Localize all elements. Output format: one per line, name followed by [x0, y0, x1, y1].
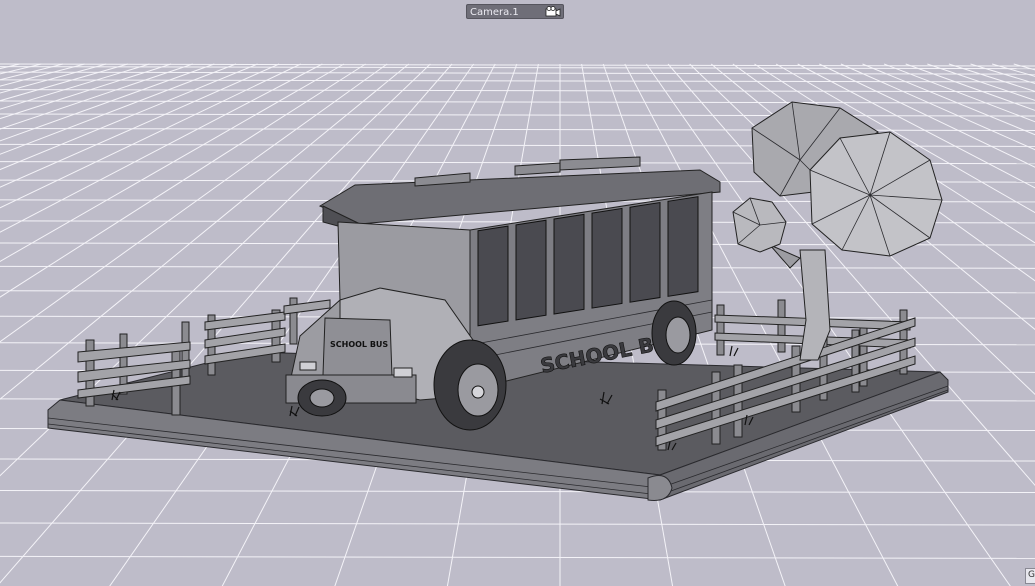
- grid-line: [0, 89, 1035, 93]
- 3d-viewport[interactable]: SCHOOL BUS SCHOOL BUS Camera.1 G: [0, 0, 1035, 586]
- grid-line: [0, 522, 1035, 526]
- grid-line: [905, 63, 1035, 111]
- grid-line: [0, 63, 237, 155]
- bus-window: [667, 196, 699, 297]
- grid-line: [0, 555, 1035, 559]
- wheel-rear: [651, 300, 697, 366]
- grid-line: [0, 63, 301, 209]
- grid-line: [970, 63, 1035, 85]
- bus-window: [591, 207, 623, 309]
- grid-line: [0, 63, 1035, 67]
- grid-line: [0, 63, 42, 75]
- wheel-front-left: [297, 379, 347, 417]
- grid-line: [991, 63, 1035, 77]
- bus-window: [515, 219, 547, 321]
- bus-window: [629, 201, 661, 303]
- grid-line: [0, 71, 1035, 75]
- grid-line: [0, 100, 1035, 104]
- grid-line: [0, 66, 1035, 70]
- grid-line: [0, 63, 20, 70]
- grid-line: [0, 63, 150, 110]
- grid-line: [0, 63, 172, 120]
- grid-line: [0, 490, 1035, 494]
- viewport-corner-tab[interactable]: G: [1025, 568, 1035, 584]
- bus-front-sign: SCHOOL BUS: [330, 340, 388, 349]
- grid-line: [0, 63, 129, 102]
- grid-line: [1013, 63, 1035, 71]
- wheel-front-right: [433, 339, 507, 431]
- camera-icon[interactable]: [545, 6, 561, 17]
- camera-name: Camera.1: [470, 7, 519, 18]
- grid-line: [0, 127, 1035, 131]
- grid-line: [0, 113, 1035, 117]
- scene-render: SCHOOL BUS SCHOOL BUS: [0, 63, 1035, 586]
- active-camera-label[interactable]: Camera.1: [466, 4, 564, 19]
- bus-window: [477, 225, 509, 327]
- grid-line: [0, 63, 85, 87]
- bus-window: [553, 213, 585, 315]
